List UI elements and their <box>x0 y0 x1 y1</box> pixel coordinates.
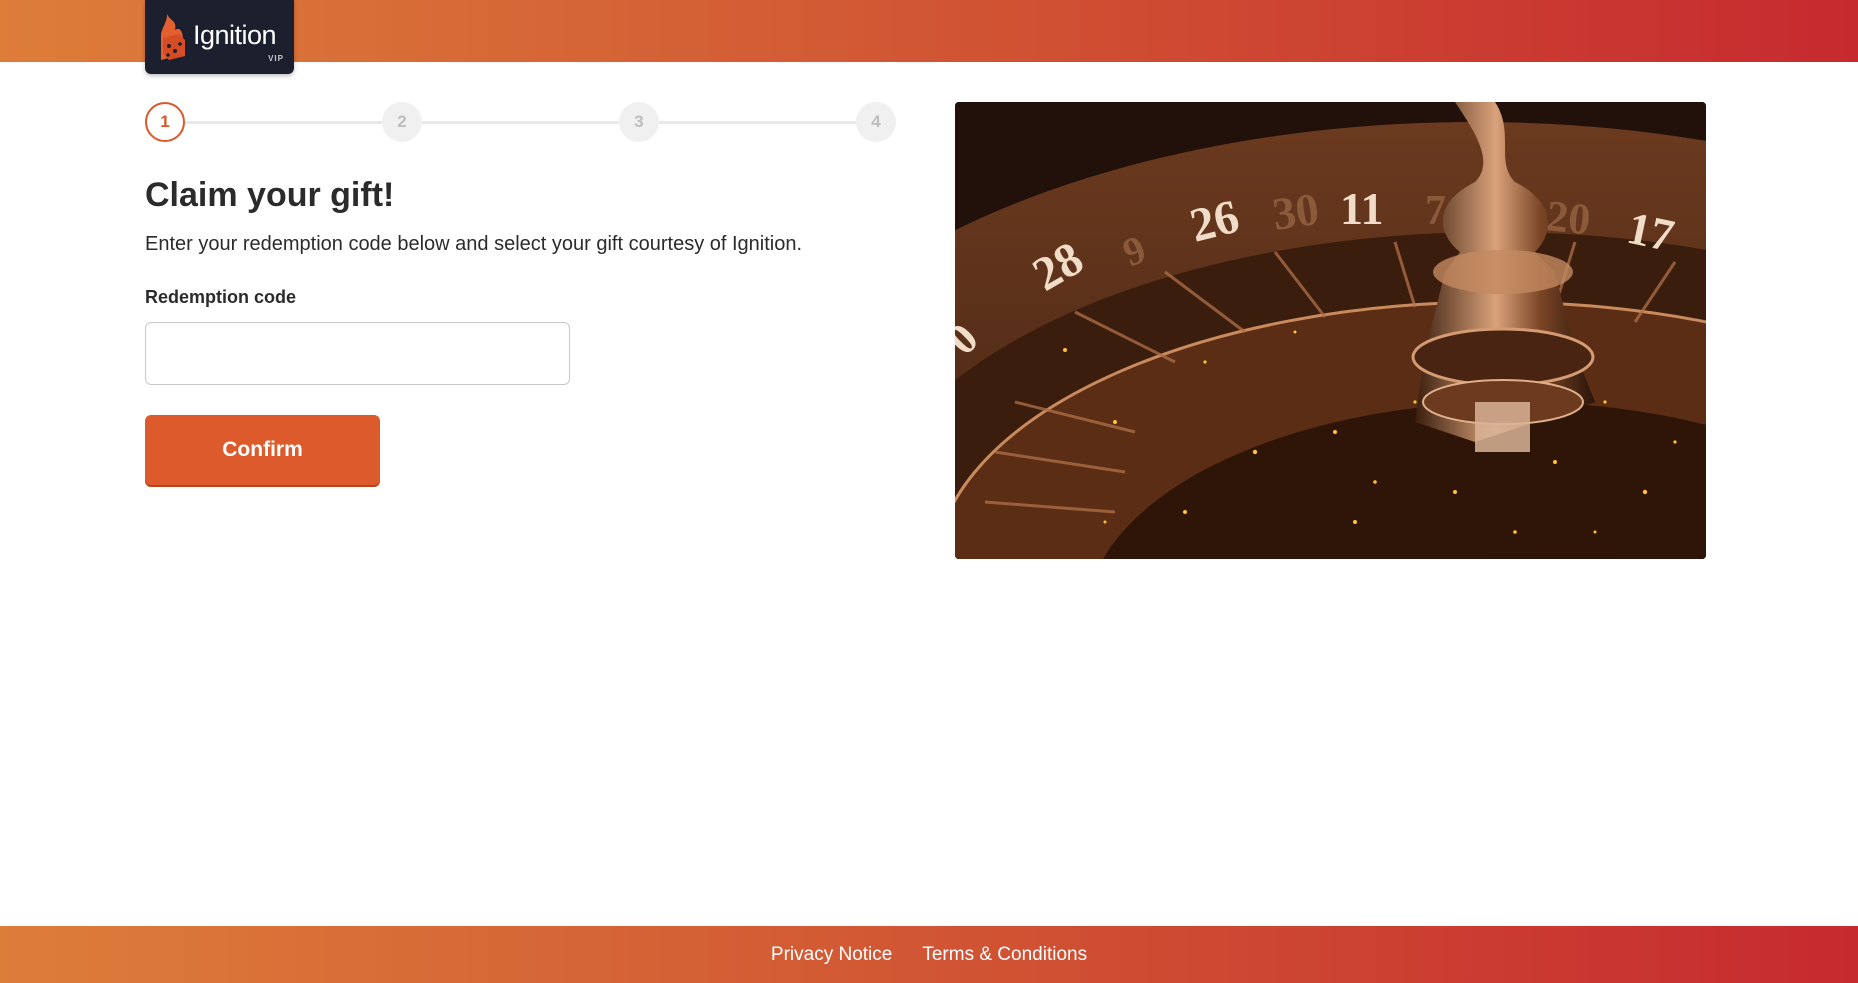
terms-conditions-link[interactable]: Terms & Conditions <box>922 944 1087 966</box>
privacy-notice-link[interactable]: Privacy Notice <box>771 944 892 966</box>
logo-vip-tag: VIP <box>268 54 284 63</box>
step-1: 1 <box>145 102 185 142</box>
step-connector <box>422 121 619 124</box>
flame-dice-icon <box>161 14 185 60</box>
wheel-number: 7 <box>1425 188 1446 234</box>
step-connector <box>185 121 382 124</box>
wheel-number: 11 <box>1340 183 1383 234</box>
progress-stepper: 1 2 3 4 <box>145 102 896 142</box>
confirm-button[interactable]: Confirm <box>145 415 380 485</box>
page-subtitle: Enter your redemption code below and sel… <box>145 233 803 255</box>
step-connector <box>659 121 856 124</box>
redemption-code-input[interactable] <box>145 322 570 385</box>
wheel-number: 20 <box>1544 191 1593 244</box>
step-4: 4 <box>856 102 896 142</box>
redemption-code-label: Redemption code <box>145 287 297 307</box>
step-2: 2 <box>382 102 422 142</box>
footer-bar: Privacy Notice Terms & Conditions <box>0 926 1858 983</box>
roulette-wheel-illustration: 0 28 9 26 30 11 7 20 32 17 <box>955 102 1706 559</box>
wheel-number: 30 <box>1269 183 1322 240</box>
step-3: 3 <box>619 102 659 142</box>
roulette-hero-image: 0 28 9 26 30 11 7 20 32 17 <box>955 102 1706 559</box>
logo-wordmark: Ignition <box>193 19 277 50</box>
ignition-logo[interactable]: Ignition VIP <box>145 0 294 74</box>
page-title: Claim your gift! <box>145 176 395 214</box>
top-header-bar: Ignition VIP <box>0 0 1858 74</box>
